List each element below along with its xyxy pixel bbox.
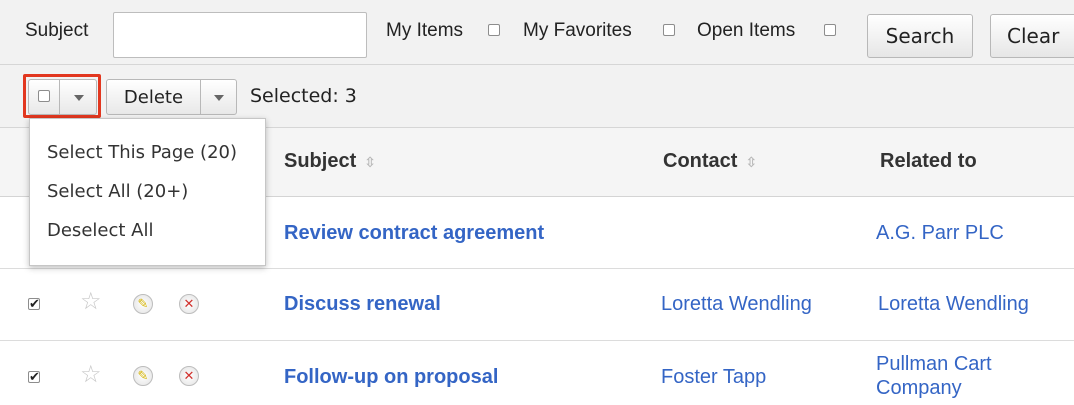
row-divider bbox=[0, 340, 1074, 341]
subject-label: Subject bbox=[25, 20, 89, 41]
related-link[interactable]: Pullman Cart Company bbox=[876, 352, 992, 400]
edit-icon[interactable]: ✎ bbox=[133, 366, 153, 386]
column-header-related-to[interactable]: Related to bbox=[880, 150, 977, 173]
related-link-line1: Pullman Cart bbox=[876, 353, 992, 375]
subject-search-input[interactable] bbox=[113, 12, 367, 58]
open-items-checkbox[interactable] bbox=[824, 24, 836, 36]
edit-icon[interactable]: ✎ bbox=[133, 294, 153, 314]
column-header-contact-label: Contact bbox=[663, 150, 738, 172]
related-link[interactable]: A.G. Parr PLC bbox=[876, 222, 1004, 245]
my-favorites-label: My Favorites bbox=[523, 20, 632, 41]
row-checkbox[interactable] bbox=[28, 369, 40, 385]
search-button[interactable]: Search bbox=[867, 14, 973, 58]
selected-count: Selected: 3 bbox=[250, 85, 357, 107]
table-row: Review contract agreement bbox=[284, 222, 544, 245]
menu-item-select-all[interactable]: Select All (20+) bbox=[47, 181, 188, 202]
mass-select-menu: Select This Page (20) Select All (20+) D… bbox=[29, 118, 266, 266]
my-items-label: My Items bbox=[386, 20, 464, 41]
menu-item-deselect-all[interactable]: Deselect All bbox=[47, 220, 153, 241]
subject-link[interactable]: Follow-up on proposal bbox=[284, 366, 498, 389]
delete-icon[interactable]: ✕ bbox=[179, 366, 199, 386]
column-header-subject-label: Subject bbox=[284, 150, 357, 172]
subject-link[interactable]: Discuss renewal bbox=[284, 293, 441, 316]
sort-icon[interactable]: ⇳ bbox=[364, 154, 376, 170]
column-header-contact[interactable]: Contact ⇳ bbox=[663, 150, 757, 173]
chevron-down-icon bbox=[214, 95, 224, 101]
my-favorites-checkbox[interactable] bbox=[663, 24, 675, 36]
clear-button[interactable]: Clear bbox=[990, 14, 1074, 58]
related-link[interactable]: Loretta Wendling bbox=[878, 293, 1029, 316]
column-header-subject[interactable]: Subject ⇳ bbox=[284, 150, 376, 173]
row-divider bbox=[0, 268, 1074, 269]
actions-dropdown-toggle[interactable] bbox=[200, 79, 237, 115]
row-checkbox[interactable] bbox=[28, 296, 40, 312]
star-icon[interactable]: ☆ bbox=[80, 363, 102, 387]
delete-button[interactable]: Delete bbox=[106, 79, 201, 115]
contact-link[interactable]: Loretta Wendling bbox=[661, 293, 812, 316]
open-items-label: Open Items bbox=[697, 20, 796, 41]
star-icon[interactable]: ☆ bbox=[80, 290, 102, 314]
my-items-checkbox[interactable] bbox=[488, 24, 500, 36]
highlight-box bbox=[23, 74, 101, 118]
sort-icon[interactable]: ⇳ bbox=[745, 154, 757, 170]
menu-item-select-this-page[interactable]: Select This Page (20) bbox=[47, 142, 237, 163]
delete-icon[interactable]: ✕ bbox=[179, 294, 199, 314]
related-link-line2: Company bbox=[876, 377, 962, 399]
contact-link[interactable]: Foster Tapp bbox=[661, 366, 766, 389]
subject-link[interactable]: Review contract agreement bbox=[284, 222, 544, 244]
